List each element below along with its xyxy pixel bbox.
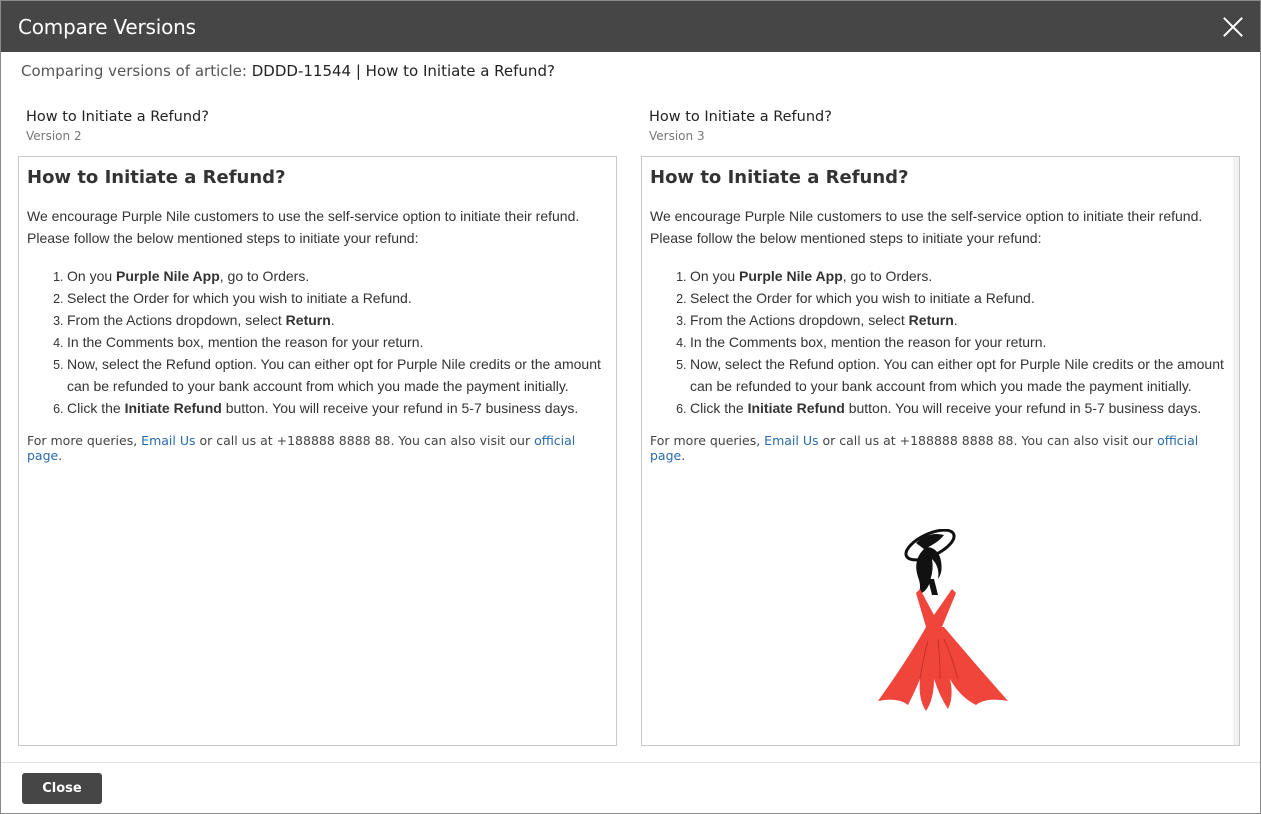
email-us-link[interactable]: Email Us <box>141 433 195 448</box>
version-column-left: How to Initiate a Refund? Version 2 How … <box>18 109 617 746</box>
dialog-title: Compare Versions <box>18 14 196 39</box>
steps-list: On you Purple Nile App, go to Orders. Se… <box>650 265 1231 419</box>
intro-line: We encourage Purple Nile customers to us… <box>27 208 580 224</box>
scrollbar[interactable] <box>1233 157 1239 745</box>
article-content: How to Initiate a Refund? We encourage P… <box>642 157 1239 463</box>
woman-in-red-dress-illustration <box>878 529 1008 711</box>
article-footer: For more queries, Email Us or call us at… <box>27 433 576 463</box>
list-item: Select the Order for which you wish to i… <box>67 287 608 309</box>
list-item: In the Comments box, mention the reason … <box>690 331 1231 353</box>
list-item: Select the Order for which you wish to i… <box>690 287 1231 309</box>
article-content: How to Initiate a Refund? We encourage P… <box>19 157 616 463</box>
version-title: How to Initiate a Refund? <box>649 109 832 125</box>
article-intro: We encourage Purple Nile customers to us… <box>27 205 608 249</box>
article-id-title: DDDD-11544 | How to Initiate a Refund? <box>251 62 555 80</box>
subtitle-prefix: Comparing versions of article: <box>21 62 247 80</box>
close-button[interactable]: Close <box>22 773 102 804</box>
list-item: From the Actions dropdown, select Return… <box>690 309 1231 331</box>
version-title: How to Initiate a Refund? <box>26 109 209 125</box>
list-item: In the Comments box, mention the reason … <box>67 331 608 353</box>
list-item: Now, select the Refund option. You can e… <box>690 353 1231 397</box>
email-us-link[interactable]: Email Us <box>764 433 818 448</box>
intro-line: Please follow the below mentioned steps … <box>27 230 419 246</box>
list-item: Now, select the Refund option. You can e… <box>67 353 608 397</box>
list-item: On you Purple Nile App, go to Orders. <box>690 265 1231 287</box>
article-heading: How to Initiate a Refund? <box>27 167 286 188</box>
list-item: Click the Initiate Refund button. You wi… <box>67 397 608 419</box>
compare-versions-dialog: Compare Versions Comparing versions of a… <box>0 0 1261 814</box>
intro-line: We encourage Purple Nile customers to us… <box>650 208 1203 224</box>
list-item: On you Purple Nile App, go to Orders. <box>67 265 608 287</box>
article-heading: How to Initiate a Refund? <box>650 167 909 188</box>
article-preview-panel[interactable]: How to Initiate a Refund? We encourage P… <box>18 156 617 746</box>
list-item: Click the Initiate Refund button. You wi… <box>690 397 1231 419</box>
intro-line: Please follow the below mentioned steps … <box>650 230 1042 246</box>
article-preview-panel[interactable]: How to Initiate a Refund? We encourage P… <box>641 156 1240 746</box>
steps-list: On you Purple Nile App, go to Orders. Se… <box>27 265 608 419</box>
version-column-right: How to Initiate a Refund? Version 3 How … <box>641 109 1240 746</box>
list-item: From the Actions dropdown, select Return… <box>67 309 608 331</box>
close-icon[interactable] <box>1222 16 1244 38</box>
comparison-subtitle: Comparing versions of article: DDDD-1154… <box>21 62 555 80</box>
dialog-footer: Close <box>1 762 1260 813</box>
version-number: Version 3 <box>649 129 705 143</box>
dialog-titlebar: Compare Versions <box>1 1 1260 52</box>
article-intro: We encourage Purple Nile customers to us… <box>650 205 1231 249</box>
article-footer: For more queries, Email Us or call us at… <box>650 433 1199 463</box>
version-number: Version 2 <box>26 129 82 143</box>
